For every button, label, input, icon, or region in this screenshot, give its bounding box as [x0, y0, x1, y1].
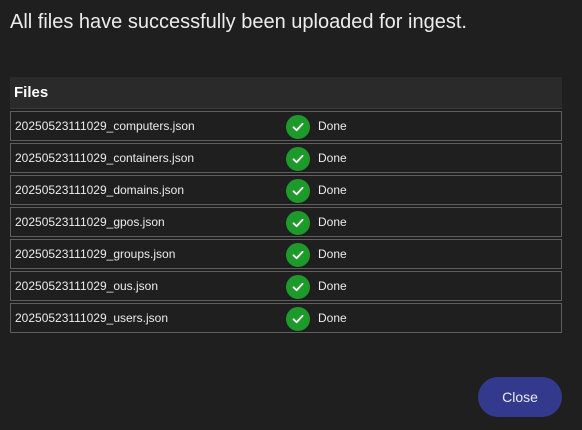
file-name: 20250523111029_gpos.json [15, 215, 165, 229]
file-name: 20250523111029_domains.json [15, 183, 185, 197]
file-status: Done [318, 215, 347, 229]
check-circle-icon [286, 211, 310, 235]
file-status: Done [318, 183, 347, 197]
file-status: Done [318, 119, 347, 133]
file-name: 20250523111029_containers.json [15, 151, 195, 165]
table-row: 20250523111029_ous.json Done [10, 271, 562, 301]
files-table: Files 20250523111029_computers.json Done… [10, 77, 562, 333]
check-circle-icon [286, 115, 310, 139]
table-row: 20250523111029_gpos.json Done [10, 207, 562, 237]
check-circle-icon [286, 275, 310, 299]
file-name: 20250523111029_groups.json [15, 247, 176, 261]
check-circle-icon [286, 243, 310, 267]
check-circle-icon [286, 147, 310, 171]
table-row: 20250523111029_groups.json Done [10, 239, 562, 269]
file-name: 20250523111029_computers.json [15, 119, 195, 133]
file-status: Done [318, 151, 347, 165]
table-row: 20250523111029_containers.json Done [10, 143, 562, 173]
close-button[interactable]: Close [478, 377, 562, 417]
check-circle-icon [286, 307, 310, 331]
file-status: Done [318, 247, 347, 261]
upload-complete-dialog: All files have successfully been uploade… [0, 0, 582, 430]
file-status: Done [318, 311, 347, 325]
table-row: 20250523111029_users.json Done [10, 303, 562, 333]
upload-success-message: All files have successfully been uploade… [10, 11, 467, 33]
table-row: 20250523111029_domains.json Done [10, 175, 562, 205]
file-name: 20250523111029_ous.json [15, 279, 159, 293]
check-circle-icon [286, 179, 310, 203]
file-name: 20250523111029_users.json [15, 311, 169, 325]
file-status: Done [318, 279, 347, 293]
table-row: 20250523111029_computers.json Done [10, 111, 562, 141]
files-table-header: Files [10, 77, 562, 109]
